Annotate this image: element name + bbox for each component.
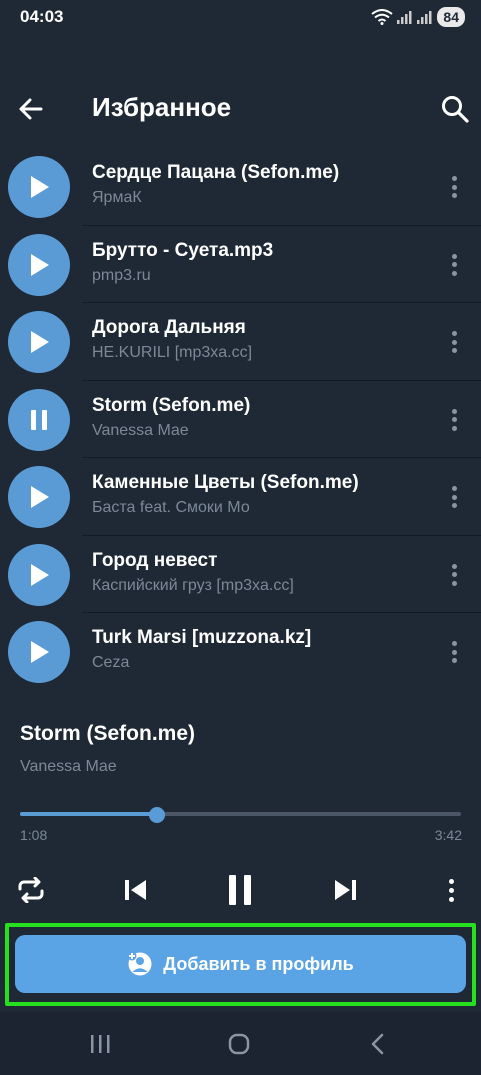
more-vertical-icon[interactable] xyxy=(444,482,464,512)
play-icon xyxy=(31,486,49,508)
list-item[interactable]: Каменные Цветы (Sefon.me) Баста feat. См… xyxy=(0,458,481,536)
now-playing-artist: Vanessa Mae xyxy=(20,758,117,775)
play-button[interactable] xyxy=(8,466,70,528)
more-vertical-icon[interactable] xyxy=(444,405,464,435)
add-to-profile-button[interactable]: Добавить в профиль xyxy=(15,935,466,993)
page-title: Избранное xyxy=(92,92,232,122)
pause-icon xyxy=(31,409,47,430)
repeat-button[interactable] xyxy=(14,868,48,912)
home-icon xyxy=(228,1033,250,1055)
play-icon xyxy=(31,641,49,663)
play-icon xyxy=(31,563,49,586)
status-time: 04:03 xyxy=(20,7,64,26)
seek-progress xyxy=(20,812,157,816)
playback-controls xyxy=(0,868,481,912)
back-button[interactable] xyxy=(358,1030,398,1058)
play-button[interactable] xyxy=(8,156,70,218)
next-button[interactable] xyxy=(331,868,361,912)
wifi-icon xyxy=(371,9,394,25)
track-artist: Ceza xyxy=(92,654,130,671)
more-vertical-icon[interactable] xyxy=(444,560,464,590)
play-icon xyxy=(31,176,49,198)
track-title: Город невест xyxy=(92,549,218,571)
more-vertical-icon[interactable] xyxy=(440,868,462,912)
track-title: Turk Marsi [muzzona.kz] xyxy=(92,627,312,648)
list-item[interactable]: Брутто - Суета.mp3 pmp3.ru xyxy=(0,226,481,304)
more-vertical-icon[interactable] xyxy=(444,637,464,667)
pause-icon xyxy=(229,875,251,905)
seek-bar[interactable] xyxy=(20,807,461,823)
signal-icon xyxy=(397,11,412,24)
more-vertical-icon[interactable] xyxy=(444,250,464,280)
track-title: Дорога Дальняя xyxy=(92,317,246,338)
add-user-icon xyxy=(127,951,152,976)
track-artist: НЕ.KURILI [mp3xa.cc] xyxy=(92,344,253,361)
chevron-left-icon xyxy=(371,1033,384,1055)
list-item[interactable]: Дорога Дальняя НЕ.KURILI [mp3xa.cc] xyxy=(0,303,481,381)
track-artist: pmp3.ru xyxy=(92,266,151,284)
recent-apps-icon xyxy=(91,1035,110,1053)
play-icon xyxy=(31,253,49,276)
track-title: Брутто - Суета.mp3 xyxy=(92,239,274,261)
track-artist: Каспийский груз [mp3xa.cc] xyxy=(92,576,294,594)
search-icon[interactable] xyxy=(440,94,470,124)
recent-apps-button[interactable] xyxy=(80,1030,120,1058)
skip-previous-icon xyxy=(125,880,146,900)
add-to-profile-highlight: Добавить в профиль xyxy=(5,923,476,1006)
track-artist: Баста feat. Смоки Мо xyxy=(92,499,250,516)
list-item[interactable]: Turk Marsi [muzzona.kz] Ceza xyxy=(0,613,481,691)
app-header: Избранное xyxy=(0,70,481,148)
now-playing-title: Storm (Sefon.me) xyxy=(20,722,196,745)
track-title: Storm (Sefon.me) xyxy=(92,394,251,416)
signal-icon-2 xyxy=(417,11,432,24)
play-button[interactable] xyxy=(8,621,70,683)
track-list: Сердце Пацана (Sefon.me) ЯрмаК Брутто - … xyxy=(0,148,481,691)
list-item[interactable]: Сердце Пацана (Sefon.me) ЯрмаК xyxy=(0,148,481,226)
track-artist: ЯрмаК xyxy=(92,189,142,206)
status-icons: 84 xyxy=(371,7,465,27)
pause-button[interactable] xyxy=(222,868,258,912)
track-artist: Vanessa Mae xyxy=(92,421,189,439)
list-item[interactable]: Город невест Каспийский груз [mp3xa.cc] xyxy=(0,536,481,614)
current-time: 1:08 xyxy=(20,827,48,843)
add-to-profile-label: Добавить в профиль xyxy=(163,953,354,974)
more-vertical-icon[interactable] xyxy=(444,172,464,202)
play-button[interactable] xyxy=(8,543,70,606)
system-nav-bar xyxy=(0,1012,481,1075)
play-button[interactable] xyxy=(8,233,70,296)
track-title: Сердце Пацана (Sefon.me) xyxy=(92,162,340,183)
home-button[interactable] xyxy=(219,1030,259,1058)
back-arrow-icon[interactable] xyxy=(16,94,46,124)
battery-badge: 84 xyxy=(437,7,465,27)
more-vertical-icon[interactable] xyxy=(444,327,464,357)
pause-button[interactable] xyxy=(8,388,70,451)
total-time: 3:42 xyxy=(434,827,462,843)
status-bar: 04:03 84 xyxy=(0,0,481,34)
skip-next-icon xyxy=(335,880,356,900)
track-title: Каменные Цветы (Sefon.me) xyxy=(92,472,359,493)
seek-thumb[interactable] xyxy=(148,807,165,823)
play-icon xyxy=(31,331,49,353)
previous-button[interactable] xyxy=(120,868,150,912)
repeat-icon xyxy=(18,877,44,903)
list-item[interactable]: Storm (Sefon.me) Vanessa Mae xyxy=(0,381,481,459)
play-button[interactable] xyxy=(8,311,70,373)
